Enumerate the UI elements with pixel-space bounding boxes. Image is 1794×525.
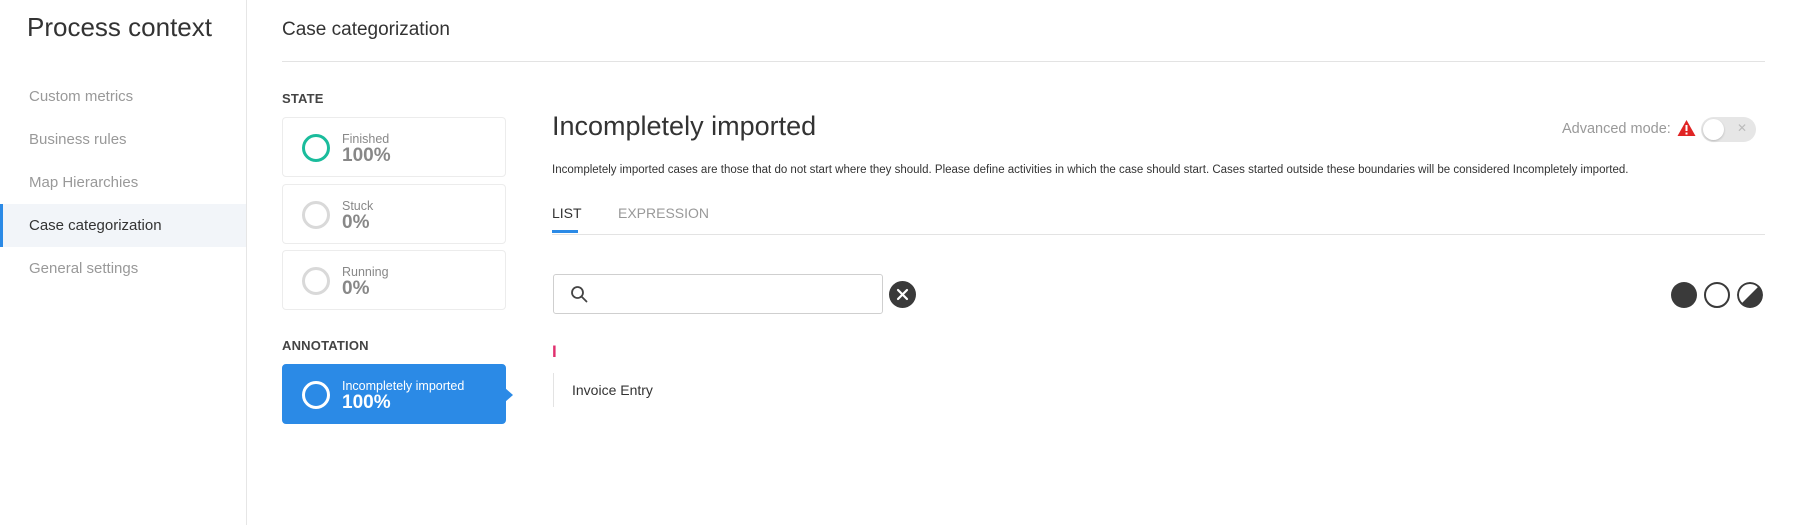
state-card-value: 100% (342, 145, 391, 166)
tabs-divider (552, 234, 1765, 235)
annotation-section-label: ANNOTATION (282, 338, 369, 353)
sidebar-nav: Custom metrics Business rules Map Hierar… (0, 75, 246, 290)
sidebar-item-general-settings[interactable]: General settings (0, 247, 246, 290)
list-item[interactable]: Invoice Entry (553, 373, 653, 407)
toggle-knob (1703, 119, 1724, 140)
page-title: Case categorization (282, 19, 450, 40)
annotation-card-label: Incompletely imported (342, 379, 465, 393)
sidebar-item-custom-metrics[interactable]: Custom metrics (0, 75, 246, 118)
annotation-card-value: 100% (342, 392, 391, 413)
state-card-value: 0% (342, 212, 370, 233)
progress-ring-icon (302, 381, 330, 409)
close-icon (896, 288, 909, 301)
group-letter: I (552, 342, 557, 361)
sidebar: Process context Custom metrics Business … (0, 0, 247, 525)
app-title: Process context (27, 12, 212, 42)
state-card-finished[interactable]: Finished 100% (282, 117, 506, 177)
state-card-stuck[interactable]: Stuck 0% (282, 184, 506, 244)
close-icon: ✕ (1737, 121, 1748, 135)
sidebar-item-case-categorization[interactable]: Case categorization (0, 204, 246, 247)
search-box (553, 274, 883, 314)
tab-expression[interactable]: EXPRESSION (618, 205, 709, 221)
detail-title: Incompletely imported (552, 111, 817, 141)
state-card-value: 0% (342, 278, 370, 299)
state-section-label: STATE (282, 91, 324, 106)
filled-circle-icon[interactable] (1671, 282, 1697, 308)
sidebar-item-map-hierarchies[interactable]: Map Hierarchies (0, 161, 246, 204)
title-divider (282, 61, 1765, 62)
state-card-label: Running (342, 265, 389, 279)
sidebar-item-business-rules[interactable]: Business rules (0, 118, 246, 161)
progress-ring-icon (302, 201, 330, 229)
progress-ring-icon (302, 134, 330, 162)
clear-search-button[interactable] (889, 281, 916, 308)
annotation-card-incompletely-imported[interactable]: Incompletely imported 100% (282, 364, 513, 424)
warning-icon (1677, 120, 1696, 136)
state-card-running[interactable]: Running 0% (282, 250, 506, 310)
active-tab-indicator (552, 230, 578, 233)
state-card-label: Stuck (342, 199, 374, 213)
state-card-label: Finished (342, 132, 390, 146)
search-input[interactable] (600, 281, 870, 307)
progress-ring-icon (302, 267, 330, 295)
detail-description: Incompletely imported cases are those th… (552, 164, 1629, 176)
advanced-mode-toggle[interactable]: ✕ (1701, 117, 1756, 142)
selection-arrow-icon (505, 388, 513, 402)
empty-circle-icon[interactable] (1704, 282, 1730, 308)
half-circle-icon[interactable] (1737, 282, 1763, 308)
tab-list[interactable]: LIST (552, 205, 582, 221)
search-icon (571, 286, 588, 303)
advanced-mode-label: Advanced mode: (1562, 121, 1671, 137)
